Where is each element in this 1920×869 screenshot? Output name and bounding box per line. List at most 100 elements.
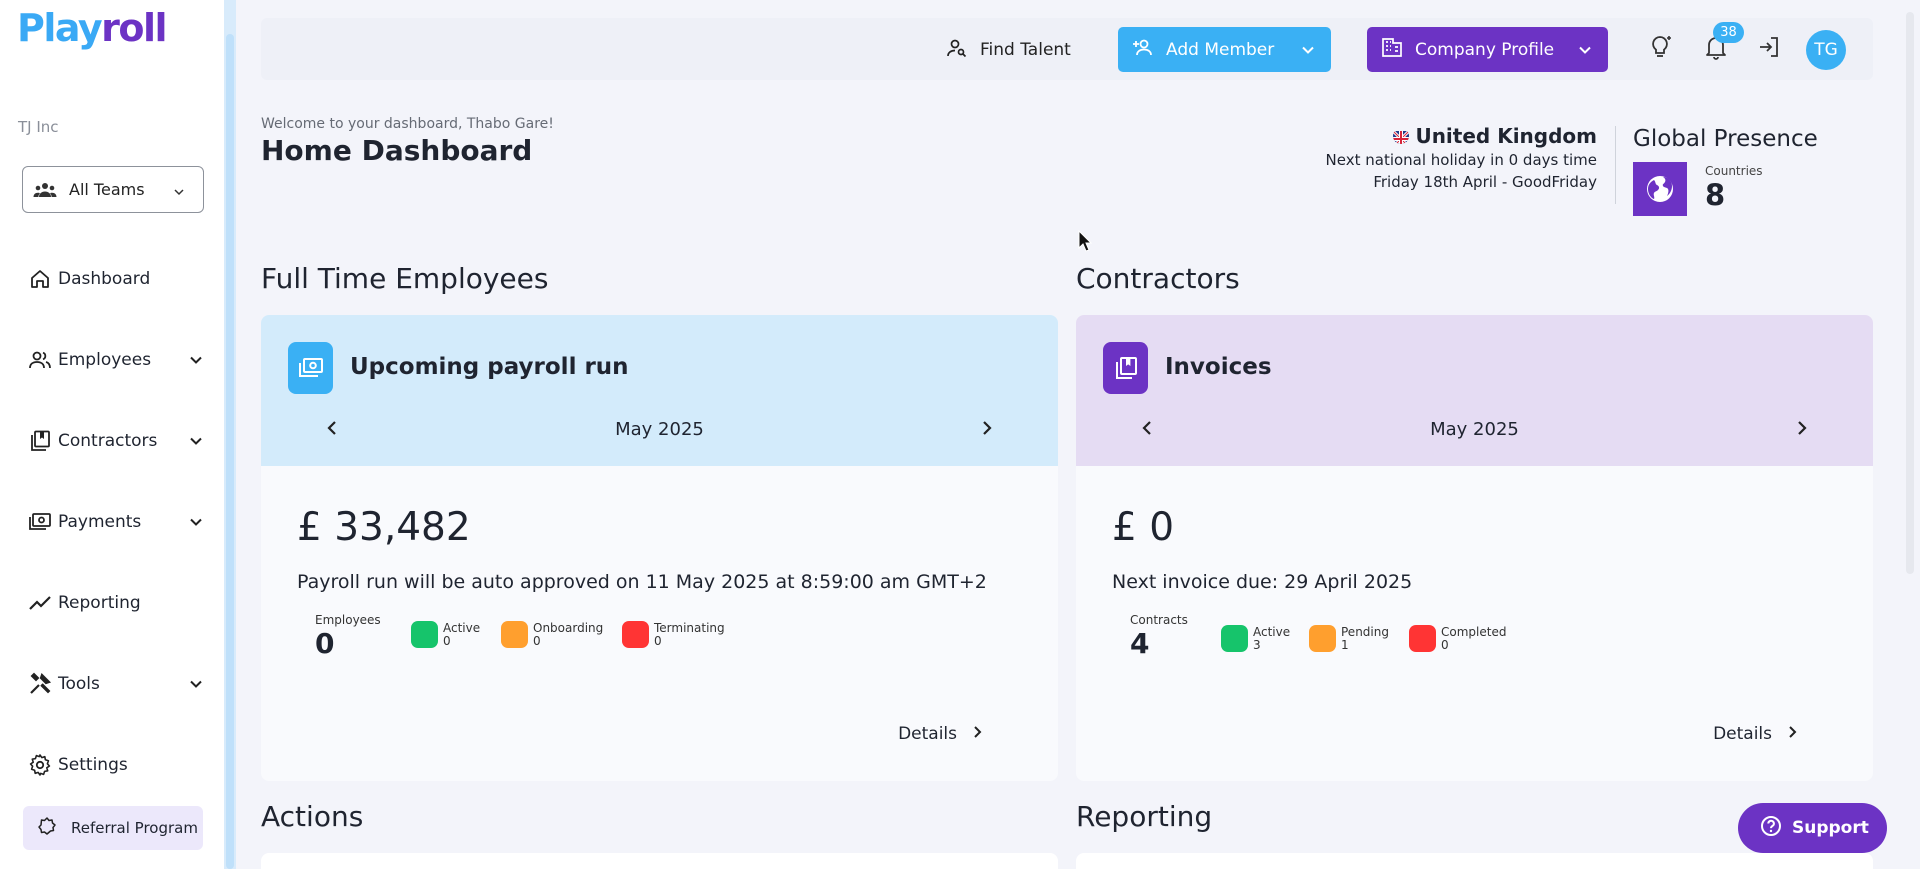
sidebar-item-label: Employees (58, 350, 152, 370)
contracts-count-value: 4 (1130, 627, 1150, 660)
actions-card (261, 853, 1058, 869)
support-button[interactable]: Support (1738, 803, 1887, 853)
legend-label: Completed (1441, 624, 1507, 639)
page-scrollbar[interactable] (1906, 12, 1914, 574)
sidebar-item-dashboard[interactable]: Dashboard (0, 259, 224, 299)
contracts-count-label: Contracts (1130, 613, 1188, 627)
holiday-countdown: Next national holiday in 0 days time (1325, 151, 1597, 169)
legend-value: 1 (1341, 637, 1349, 652)
invoices-details-link[interactable]: Details (1713, 724, 1798, 744)
tools-icon (28, 672, 52, 696)
invoices-card: Invoices May 2025 £ 0 Next invoice due: … (1076, 315, 1873, 781)
legend-value: 3 (1253, 637, 1261, 652)
sidebar-item-reporting[interactable]: Reporting (0, 583, 224, 623)
global-presence-title: Global Presence (1633, 126, 1818, 152)
employees-count-label: Employees (315, 613, 381, 627)
next-invoice-text: Next invoice due: 29 April 2025 (1112, 571, 1413, 593)
playroll-logo[interactable]: Playroll (17, 6, 168, 50)
sidebar-item-label: Contractors (58, 431, 158, 451)
person-add-icon (1132, 36, 1154, 63)
invoices-card-header: Invoices May 2025 (1076, 315, 1873, 466)
sidebar-scrollbar[interactable] (224, 0, 236, 869)
logout-icon[interactable] (1754, 32, 1784, 62)
status-swatch (411, 621, 438, 648)
chevron-down-icon (188, 676, 204, 697)
legend-value: 0 (533, 633, 541, 648)
country-name: United Kingdom (1393, 124, 1597, 148)
add-member-dropdown[interactable] (1285, 27, 1331, 72)
company-profile-dropdown[interactable] (1562, 27, 1608, 72)
legend-label: Active (1253, 624, 1291, 639)
sidebar-item-label: Tools (58, 674, 100, 694)
status-swatch (1221, 625, 1248, 652)
section-title-actions: Actions (261, 800, 364, 833)
sidebar-item-payments[interactable]: Payments (0, 502, 224, 542)
payroll-amount: £ 33,482 (297, 505, 471, 550)
invoices-card-title: Invoices (1165, 354, 1272, 380)
add-member-label: Add Member (1166, 39, 1275, 60)
logo-part1: Play (17, 6, 103, 50)
invoice-icon (1103, 342, 1148, 394)
team-icon (33, 181, 57, 199)
chevron-right-icon (971, 724, 983, 744)
legend-label: Onboarding (533, 620, 604, 635)
chevron-down-icon (188, 433, 204, 454)
find-talent-button[interactable]: Find Talent (946, 34, 1071, 66)
support-label: Support (1792, 818, 1869, 838)
find-talent-label: Find Talent (980, 40, 1071, 60)
reporting-card (1076, 853, 1873, 869)
sidebar-item-settings[interactable]: Settings (0, 745, 224, 785)
sidebar-item-tools[interactable]: Tools (0, 664, 224, 704)
section-title-fte: Full Time Employees (261, 262, 549, 295)
notification-badge: 38 (1713, 22, 1744, 43)
money-icon (28, 510, 52, 534)
team-select-value: All Teams (69, 180, 145, 199)
team-select[interactable]: All Teams (22, 166, 204, 213)
legend-label: Pending (1341, 624, 1389, 639)
globe-icon (1633, 162, 1687, 216)
legend-active: Active 3 (1221, 625, 1290, 652)
sidebar-item-label: Payments (58, 512, 142, 532)
invoice-month: May 2025 (1430, 419, 1519, 440)
sidebar-scroll-thumb[interactable] (226, 34, 234, 869)
sidebar-item-label: Settings (58, 755, 128, 775)
prev-month-button[interactable] (1140, 419, 1156, 441)
referral-program-button[interactable]: Referral Program (23, 806, 203, 850)
legend-value: 0 (443, 633, 451, 648)
legend-completed: Completed 0 (1409, 625, 1506, 652)
country-label: United Kingdom (1415, 124, 1597, 148)
sidebar-item-contractors[interactable]: Contractors (0, 421, 224, 461)
next-month-button[interactable] (1793, 419, 1809, 441)
section-title-reporting: Reporting (1076, 800, 1213, 833)
trend-icon (28, 591, 52, 615)
invoice-amount: £ 0 (1112, 505, 1175, 550)
home-icon (28, 267, 52, 291)
countries-value: 8 (1705, 178, 1726, 212)
help-icon (1760, 815, 1782, 842)
legend-terminating: Terminating 0 (622, 621, 725, 648)
company-profile-label: Company Profile (1415, 39, 1555, 60)
payroll-card: Upcoming payroll run May 2025 £ 33,482 P… (261, 315, 1058, 781)
status-swatch (1409, 625, 1436, 652)
next-month-button[interactable] (978, 419, 994, 441)
page-title: Home Dashboard (261, 134, 533, 167)
gear-icon (28, 753, 52, 777)
legend-value: 0 (1441, 637, 1449, 652)
company-name: TJ Inc (18, 118, 59, 136)
status-swatch (1309, 625, 1336, 652)
logo-part2: roll (101, 6, 167, 50)
contracts-icon (28, 429, 52, 453)
add-member-button[interactable]: Add Member (1118, 27, 1331, 72)
avatar[interactable]: TG (1806, 30, 1846, 70)
company-profile-button[interactable]: Company Profile (1367, 27, 1608, 72)
payroll-details-link[interactable]: Details (898, 724, 983, 744)
payroll-card-header: Upcoming payroll run May 2025 (261, 315, 1058, 466)
prev-month-button[interactable] (325, 419, 341, 441)
sidebar-item-employees[interactable]: Employees (0, 340, 224, 380)
welcome-text: Welcome to your dashboard, Thabo Gare! (261, 116, 554, 132)
chevron-down-icon (188, 352, 204, 373)
legend-value: 0 (654, 633, 662, 648)
person-search-icon (946, 37, 968, 64)
payroll-month: May 2025 (615, 419, 704, 440)
lightbulb-icon[interactable] (1646, 32, 1676, 62)
